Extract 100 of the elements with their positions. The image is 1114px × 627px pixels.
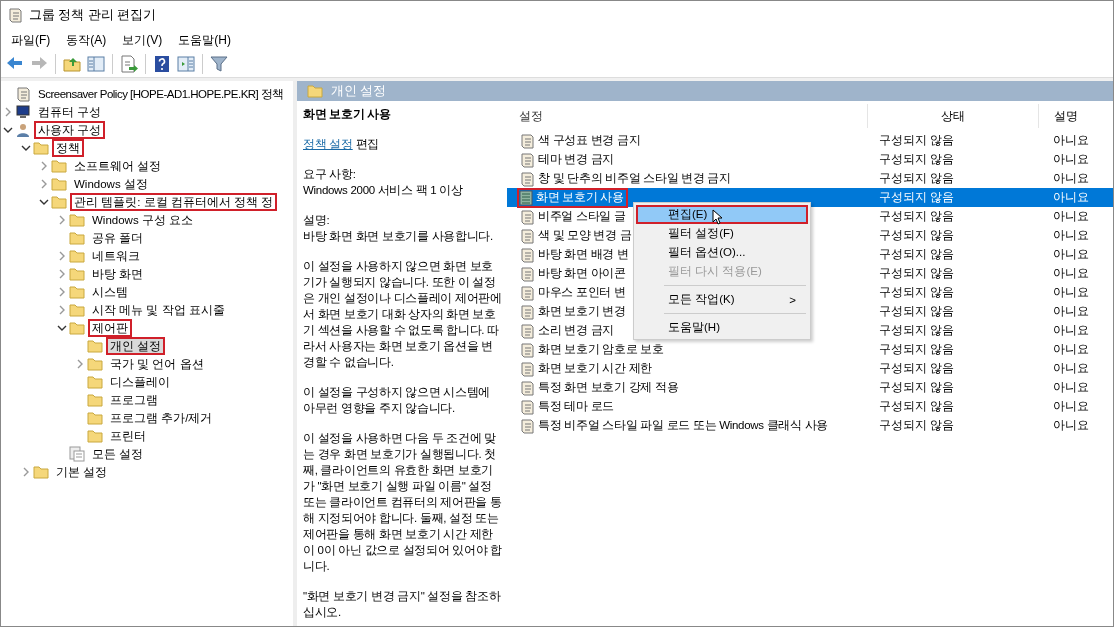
menu-label: 필터 설정(F): [668, 226, 734, 241]
column-header[interactable]: 설정: [507, 108, 867, 124]
expanded-chevron-icon[interactable]: [3, 125, 13, 135]
tree-item[interactable]: 시작 메뉴 및 작업 표시줄: [88, 301, 229, 319]
tree-item[interactable]: 사용자 구성: [34, 121, 106, 139]
collapsed-chevron-icon[interactable]: [57, 305, 67, 315]
description-text: 설명: 바탕 화면 화면 보호기를 사용합니다.: [303, 213, 494, 244]
description-text: "화면 보호기 변경 금지" 설정을 참조하십시오.: [303, 589, 502, 620]
scroll-icon: [519, 227, 535, 244]
collapsed-chevron-icon[interactable]: [75, 359, 85, 369]
expanded-chevron-icon[interactable]: [57, 323, 67, 333]
table-cell: 특정 비주얼 스타일 파일 로드 또는 Windows 클래식 사용: [538, 418, 828, 433]
tree-item[interactable]: 소프트웨어 설정: [70, 157, 166, 175]
menu-item[interactable]: 동작(A): [64, 29, 109, 51]
scroll-icon: [519, 265, 535, 282]
description-text: 이 설정을 구성하지 않으면 시스템에 아무런 영향을 주지 않습니다.: [303, 385, 492, 416]
menu-item[interactable]: 보기(V): [120, 29, 165, 51]
menu-item[interactable]: 필터 설정(F): [636, 224, 808, 243]
menu-item[interactable]: 파일(F): [9, 29, 53, 51]
tree-item[interactable]: 제어판: [88, 319, 132, 337]
expanded-chevron-icon[interactable]: [21, 143, 31, 153]
column-header[interactable]: 상태: [867, 104, 1039, 128]
menu-label: 모든 작업(K): [668, 292, 735, 307]
table-cell: 창 및 단추의 비주얼 스타일 변경 금지: [538, 171, 731, 186]
collapsed-chevron-icon[interactable]: [57, 215, 67, 225]
folder-icon: [69, 213, 85, 227]
folder-icon: [69, 285, 85, 299]
folder-icon: [87, 357, 103, 371]
tree-item[interactable]: 프린터: [106, 427, 150, 445]
tree-toggle-icon[interactable]: [86, 54, 106, 74]
table-cell-text: 구성되지 않음: [878, 304, 956, 319]
tree-item[interactable]: 네트워크: [88, 247, 144, 265]
table-cell-text: 구성되지 않음: [878, 361, 956, 376]
help-icon[interactable]: [152, 54, 172, 74]
pane-toggle-icon[interactable]: [176, 54, 196, 74]
tree-item[interactable]: Windows 설정: [70, 175, 152, 193]
tree-item[interactable]: 공유 폴더: [88, 229, 148, 247]
folder-icon: [51, 195, 67, 209]
table-cell-text: 구성되지 않음: [878, 399, 956, 414]
menu-label: 편집(E): [668, 207, 708, 222]
selected-row[interactable]: 화면 보호기 사용 구성되지 않음 아니요: [507, 188, 1113, 207]
export-list-icon[interactable]: [119, 54, 139, 74]
collapsed-chevron-icon[interactable]: [21, 467, 31, 477]
menu-item[interactable]: 도움말(H): [636, 318, 808, 337]
tree-item[interactable]: Screensaver Policy [HOPE-AD1.HOPE.PE.KR] 정책: [34, 85, 288, 103]
collapsed-chevron-icon[interactable]: [39, 179, 49, 189]
table-cell: 소리 변경 금지: [538, 323, 614, 338]
description-text: 이 설정을 사용하면 다음 두 조건에 맞는 경우 화면 보호기가 실행됩니다. 첫째, 클라이언트의 유효한 화면 보호기가 "화면 보호기 실행 파일 이름" 설정 또는 클라이언트 컴퓨터의 제어판을 통해 지정되어야 합니다. 둘째, 설정 또는 제어판을 통해 화면 보호기 시간 제한이 0이 아닌 값으로 설정되어 있어야 합니다.: [303, 431, 503, 574]
table-cell: 바탕 화면 아이콘: [538, 266, 626, 281]
scroll-icon: [519, 398, 535, 415]
folder-icon: [69, 249, 85, 263]
scroll-icon: [519, 284, 535, 301]
collapsed-chevron-icon[interactable]: [3, 107, 13, 117]
tree-item[interactable]: 디스플레이: [106, 373, 174, 391]
folder-icon: [51, 177, 67, 191]
policy-title: 화면 보호기 사용: [303, 107, 392, 122]
table-cell-text: 아니요: [1052, 361, 1090, 376]
tree-item[interactable]: 프로그램: [106, 391, 162, 409]
tree-item[interactable]: 컴퓨터 구성: [34, 103, 106, 121]
edit-policy-text: 정책 설정 편집: [303, 137, 380, 152]
tree-item[interactable]: 국가 및 언어 옵션: [106, 355, 208, 373]
collapsed-chevron-icon[interactable]: [39, 161, 49, 171]
tree-item[interactable]: 모든 설정: [88, 445, 148, 463]
collapsed-chevron-icon[interactable]: [57, 251, 67, 261]
column-header[interactable]: 설명: [1039, 108, 1113, 124]
scroll-icon: [519, 170, 535, 187]
menu-label: 도움말(H): [668, 320, 720, 335]
pane-title: 개인 설정: [331, 82, 387, 100]
policy-icon: [519, 189, 533, 206]
description-text: 요구 사항: Windows 2000 서비스 팩 1 이상: [303, 167, 464, 198]
scroll-icon: [15, 86, 31, 102]
collapsed-chevron-icon[interactable]: [57, 269, 67, 279]
tree-item[interactable]: 프로그램 추가/제거: [106, 409, 217, 427]
expanded-chevron-icon[interactable]: [39, 197, 49, 207]
scroll-icon: [519, 322, 535, 339]
policy-settings-link[interactable]: 정책 설정: [303, 138, 353, 150]
menu-item[interactable]: 도움말(H): [176, 29, 233, 51]
folder-icon: [51, 159, 67, 173]
table-cell: 특정 테마 로드: [538, 399, 614, 414]
menu-item[interactable]: 편집(E): [636, 205, 808, 224]
folder-icon: [87, 411, 103, 425]
collapsed-chevron-icon[interactable]: [57, 287, 67, 297]
tree-item[interactable]: 정책: [52, 139, 84, 157]
menu-item[interactable]: 필터 옵션(O)...: [636, 243, 808, 262]
menu-item[interactable]: 모든 작업(K) >: [636, 290, 808, 309]
table-cell-text: 구성되지 않음: [878, 209, 956, 224]
folder-icon: [87, 429, 103, 443]
table-cell: 색 및 모양 변경 금: [538, 228, 632, 243]
tree-item[interactable]: 관리 템플릿: 로컬 컴퓨터에서 정책 정: [70, 193, 278, 211]
table-cell-text: 아니요: [1052, 209, 1090, 224]
tree-item[interactable]: 개인 설정: [106, 337, 166, 355]
table-cell: 마우스 포인터 변: [538, 285, 626, 300]
tree-item[interactable]: 바탕 화면: [88, 265, 148, 283]
tree-item[interactable]: 시스템: [88, 283, 132, 301]
table-cell: 테마 변경 금지: [538, 152, 614, 167]
scroll-icon: [519, 360, 535, 377]
tree-item[interactable]: 기본 설정: [52, 463, 112, 481]
table-cell-text: 아니요: [1052, 285, 1090, 300]
tree-item[interactable]: Windows 구성 요소: [88, 211, 198, 229]
filter-icon[interactable]: [209, 54, 229, 74]
